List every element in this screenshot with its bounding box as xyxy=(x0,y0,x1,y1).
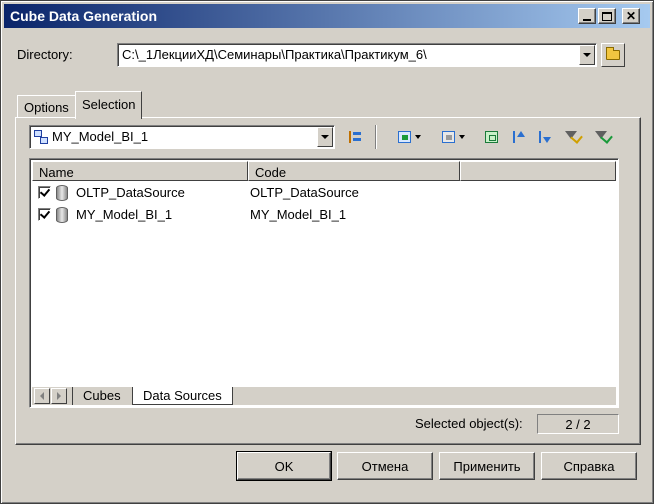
column-header-empty xyxy=(460,161,616,181)
minimize-button[interactable] xyxy=(578,8,596,24)
folder-icon xyxy=(606,47,620,60)
column-header-code[interactable]: Code xyxy=(248,161,460,181)
deselect-all-icon xyxy=(441,131,455,143)
row-checkbox[interactable] xyxy=(38,186,51,199)
include-submodels-button[interactable] xyxy=(345,127,365,147)
directory-combo[interactable]: C:\_1ЛекцииХД\Семинары\Практика\Практику… xyxy=(117,43,597,67)
graphical-selection-icon xyxy=(484,131,498,143)
window-title: Cube Data Generation xyxy=(10,8,158,24)
chevron-down-icon xyxy=(583,53,591,57)
list-item[interactable]: MY_Model_BI_1 MY_Model_BI_1 xyxy=(34,205,614,225)
apply-button[interactable]: Применить xyxy=(439,452,535,480)
cell-code: MY_Model_BI_1 xyxy=(250,207,347,222)
cell-name: OLTP_DataSource xyxy=(76,185,185,200)
dropdown-arrow-icon xyxy=(458,135,465,139)
use-graphical-selection-button[interactable] xyxy=(481,127,501,147)
tab-options[interactable]: Options xyxy=(17,95,76,117)
minimize-icon xyxy=(583,18,591,21)
dropdown-arrow-icon xyxy=(414,135,421,139)
directory-value: C:\_1ЛекцииХД\Семинары\Практика\Практику… xyxy=(122,47,427,62)
model-dropdown-button[interactable] xyxy=(317,127,333,147)
row-checkbox[interactable] xyxy=(38,208,51,221)
select-all-button[interactable] xyxy=(391,127,427,147)
tree-icon xyxy=(348,131,362,143)
title-bar[interactable]: Cube Data Generation ✕ xyxy=(4,4,650,28)
selected-objects-label: Selected object(s): xyxy=(415,416,523,431)
browse-folder-button[interactable] xyxy=(601,43,625,67)
column-header-name[interactable]: Name xyxy=(32,161,248,181)
cell-code: OLTP_DataSource xyxy=(250,185,359,200)
sort-up-icon xyxy=(511,131,525,143)
directory-label: Directory: xyxy=(17,47,73,62)
close-icon: ✕ xyxy=(625,9,637,23)
sheet-tab-strip: Cubes Data Sources xyxy=(32,387,616,405)
model-combo[interactable]: MY_Model_BI_1 xyxy=(29,125,335,149)
directory-dropdown-button[interactable] xyxy=(579,45,595,65)
help-button[interactable]: Справка xyxy=(541,452,637,480)
filter-icon xyxy=(565,131,579,143)
ok-button[interactable]: OK xyxy=(236,451,332,481)
scroll-right-button[interactable] xyxy=(51,388,67,404)
sheet-tab-cubes[interactable]: Cubes xyxy=(72,387,131,405)
sort-down-icon xyxy=(537,131,551,143)
filter-check-icon xyxy=(595,131,609,143)
close-button[interactable]: ✕ xyxy=(622,8,640,24)
dialog-window: Cube Data Generation ✕ Directory: C:\_1Л… xyxy=(0,0,654,504)
arrow-left-icon xyxy=(40,392,44,400)
deselect-all-button[interactable] xyxy=(435,127,471,147)
filter-button[interactable] xyxy=(561,127,583,147)
model-icon xyxy=(34,130,48,144)
selected-objects-count: 2 / 2 xyxy=(537,414,619,434)
scroll-left-button[interactable] xyxy=(34,388,50,404)
maximize-icon xyxy=(602,11,612,21)
maximize-button[interactable] xyxy=(598,8,616,24)
cell-name: MY_Model_BI_1 xyxy=(76,207,173,222)
arrow-right-icon xyxy=(57,392,61,400)
data-source-icon xyxy=(56,185,68,201)
objects-list[interactable]: Name Code OLTP_DataSource OLTP_DataSourc… xyxy=(29,158,619,408)
move-to-bottom-button[interactable] xyxy=(533,127,553,147)
chevron-down-icon xyxy=(321,135,329,139)
move-to-top-button[interactable] xyxy=(507,127,527,147)
data-source-icon xyxy=(56,207,68,223)
sheet-tab-data-sources[interactable]: Data Sources xyxy=(132,387,233,405)
filter-selected-button[interactable] xyxy=(591,127,613,147)
cancel-button[interactable]: Отмена xyxy=(337,452,433,480)
model-combo-value: MY_Model_BI_1 xyxy=(52,129,149,144)
toolbar-separator xyxy=(375,125,377,149)
select-all-icon xyxy=(397,131,411,143)
list-item[interactable]: OLTP_DataSource OLTP_DataSource xyxy=(34,183,614,203)
tab-selection[interactable]: Selection xyxy=(75,91,143,119)
